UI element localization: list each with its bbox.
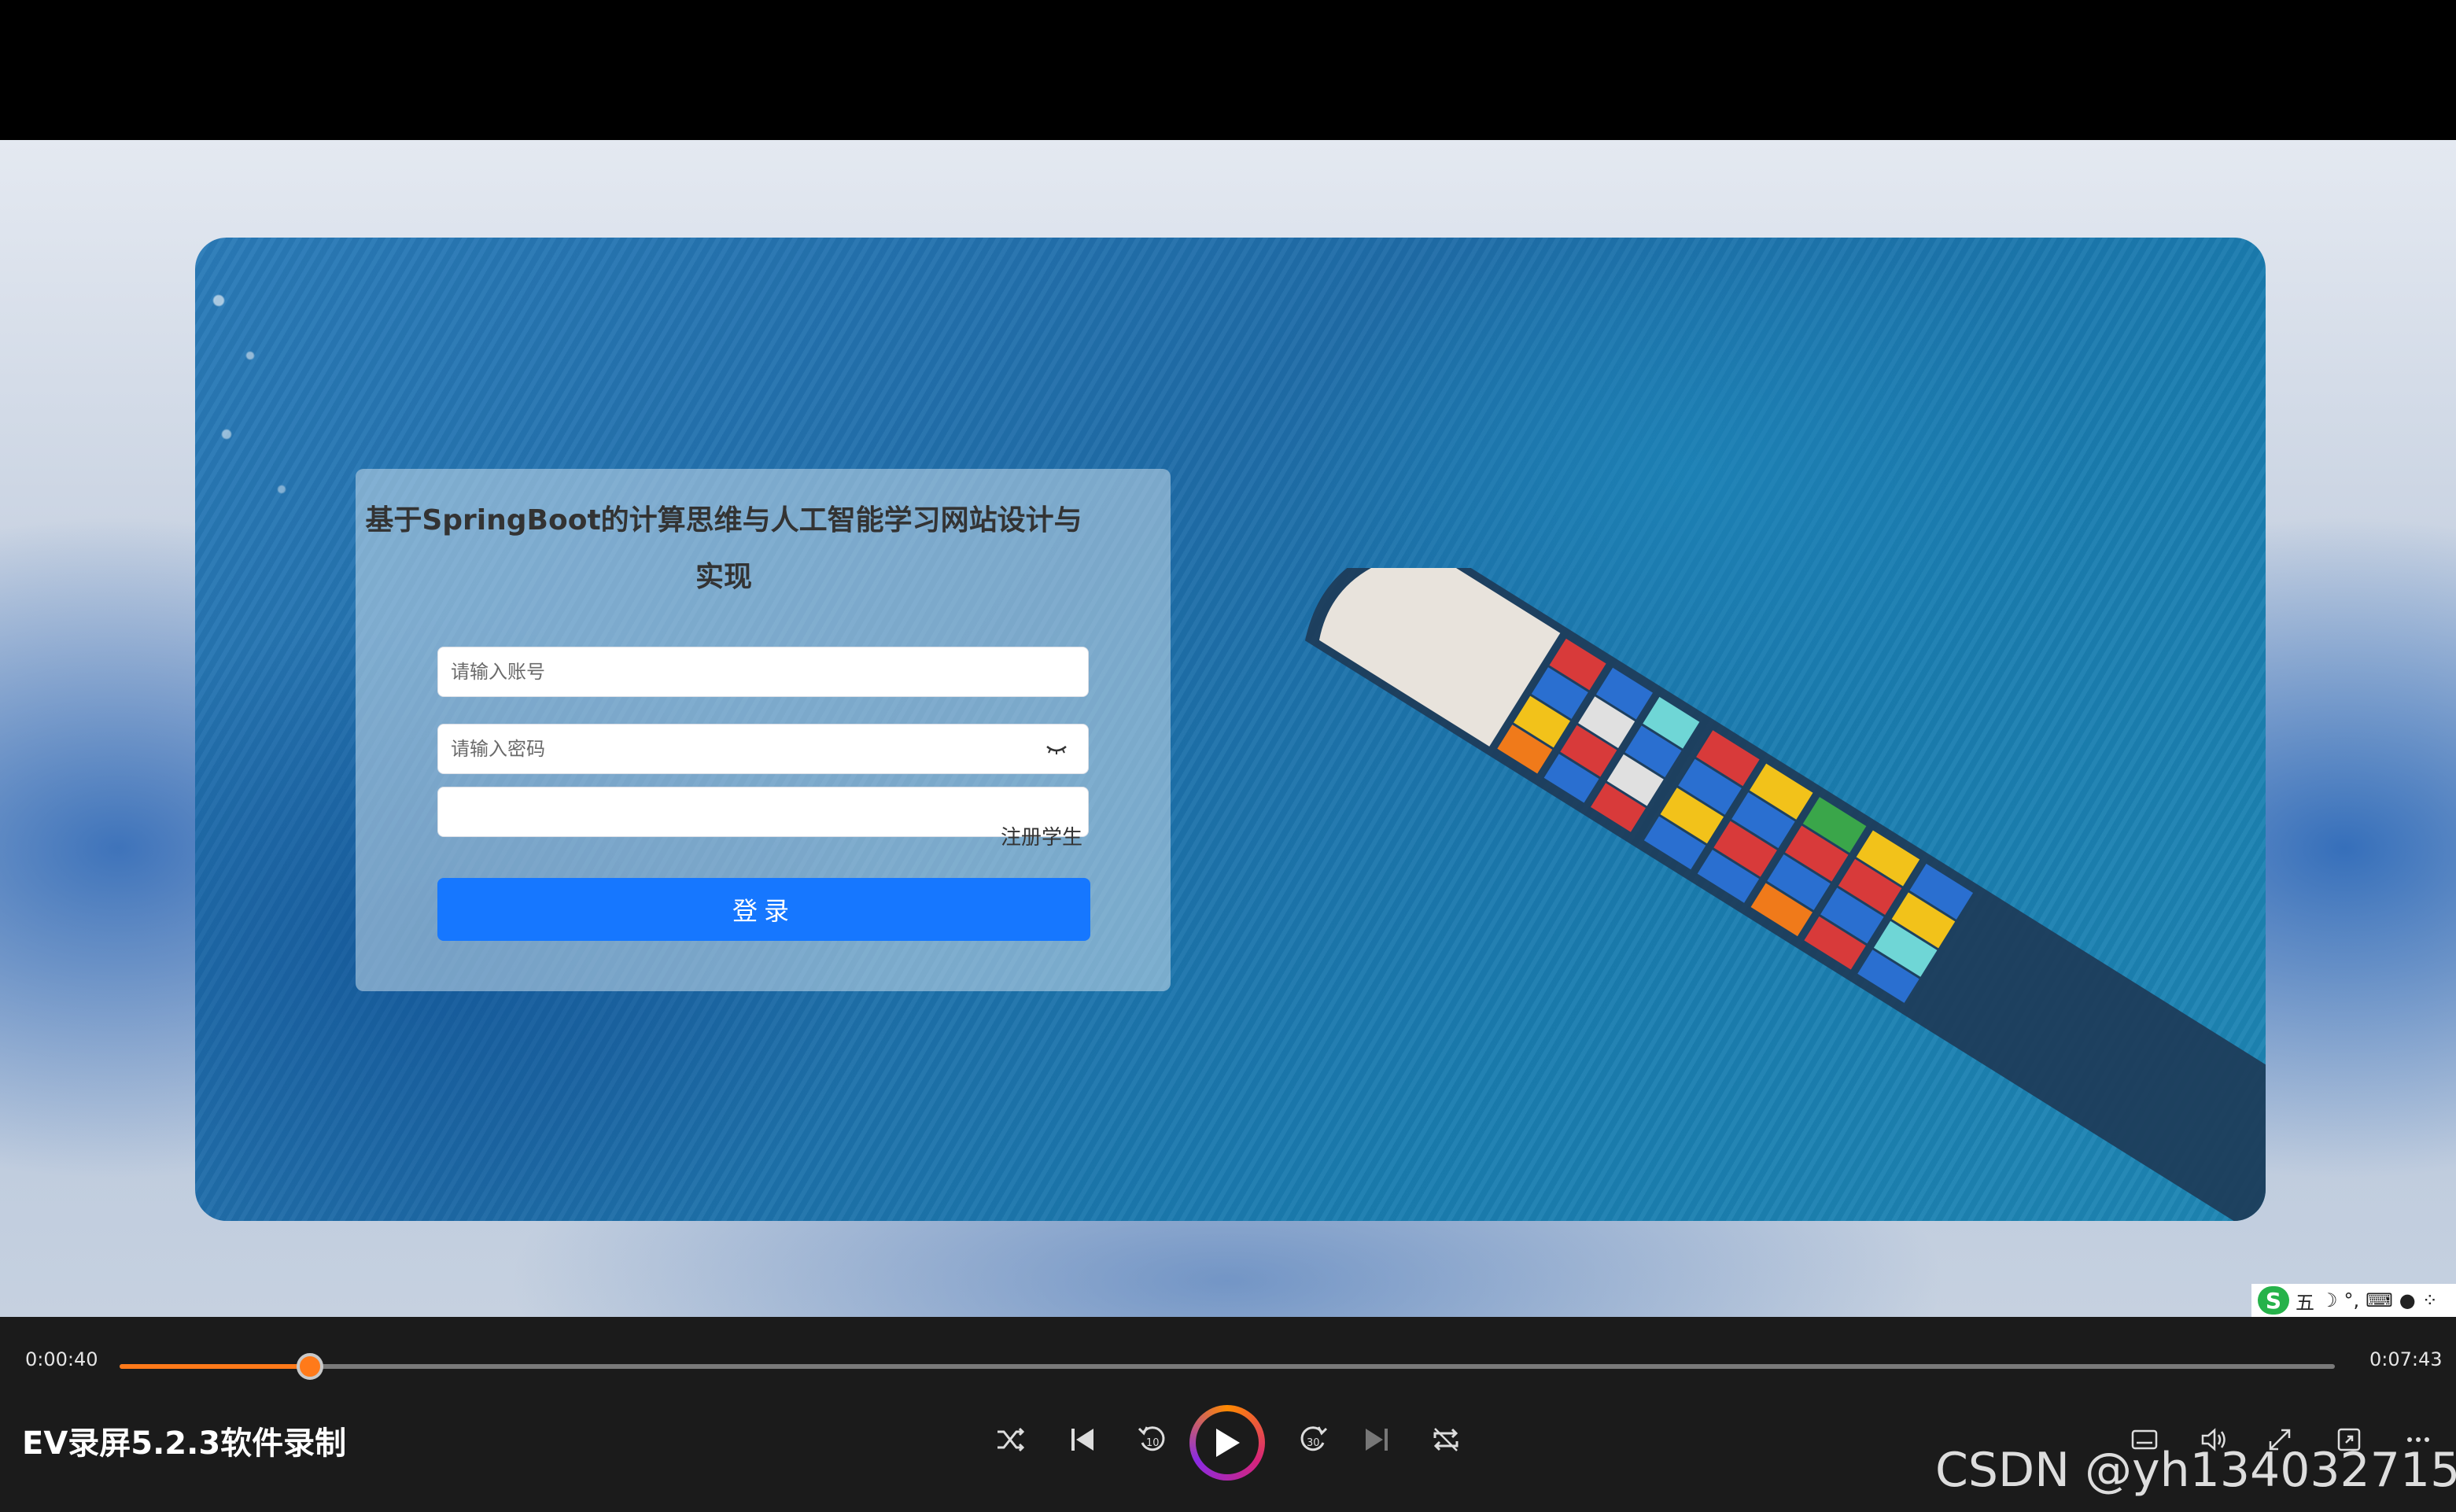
- svg-text:30: 30: [1307, 1437, 1320, 1449]
- forward-30-icon[interactable]: 30: [1292, 1418, 1336, 1462]
- cargo-ship-image: [1304, 568, 2266, 1221]
- seek-bar[interactable]: [120, 1353, 2335, 1380]
- login-button[interactable]: 登录: [437, 878, 1090, 941]
- repeat-icon[interactable]: [1424, 1418, 1468, 1462]
- total-time: 0:07:43: [2369, 1348, 2443, 1370]
- grid-icon[interactable]: ⁘: [2422, 1289, 2438, 1311]
- ime-toolbar: S 五 ☽ °, ⌨ ● ⁘: [2251, 1284, 2456, 1317]
- password-input-box[interactable]: [437, 724, 1089, 774]
- previous-icon[interactable]: [1060, 1418, 1104, 1462]
- rewind-10-icon[interactable]: 10: [1130, 1418, 1174, 1462]
- current-time: 0:00:40: [25, 1348, 98, 1370]
- keyboard-icon[interactable]: ⌨: [2366, 1289, 2393, 1311]
- play-icon: [1196, 1411, 1259, 1474]
- top-black-bar: [0, 0, 2456, 140]
- username-input-box[interactable]: [437, 647, 1089, 697]
- username-input[interactable]: [438, 647, 1061, 696]
- sea-foam: [195, 238, 321, 631]
- next-icon[interactable]: [1355, 1418, 1399, 1462]
- eye-closed-icon[interactable]: [1045, 742, 1068, 758]
- video-player-bar: 0:00:40 0:07:43 EV录屏5.2.3软件录制 10 30 CSDN…: [0, 1317, 2456, 1512]
- csdn-watermark: CSDN @yh1340327157: [1935, 1443, 2456, 1498]
- moon-icon[interactable]: ☽: [2321, 1289, 2338, 1311]
- seek-progress: [120, 1364, 311, 1369]
- svg-text:10: 10: [1146, 1437, 1160, 1449]
- punctuation-icon[interactable]: °,: [2344, 1289, 2360, 1311]
- login-form: 注册学生 登录: [356, 469, 1171, 991]
- sogou-logo-icon[interactable]: S: [2258, 1286, 2289, 1315]
- ime-mode-label[interactable]: 五: [2296, 1287, 2314, 1315]
- shuffle-icon[interactable]: [988, 1418, 1032, 1462]
- register-student-link[interactable]: 注册学生: [1001, 821, 1082, 850]
- play-button[interactable]: [1189, 1405, 1265, 1481]
- user-icon[interactable]: ●: [2399, 1289, 2416, 1311]
- password-input[interactable]: [438, 725, 1061, 773]
- seek-handle[interactable]: [297, 1353, 324, 1380]
- recording-app-title: EV录屏5.2.3软件录制: [22, 1425, 347, 1462]
